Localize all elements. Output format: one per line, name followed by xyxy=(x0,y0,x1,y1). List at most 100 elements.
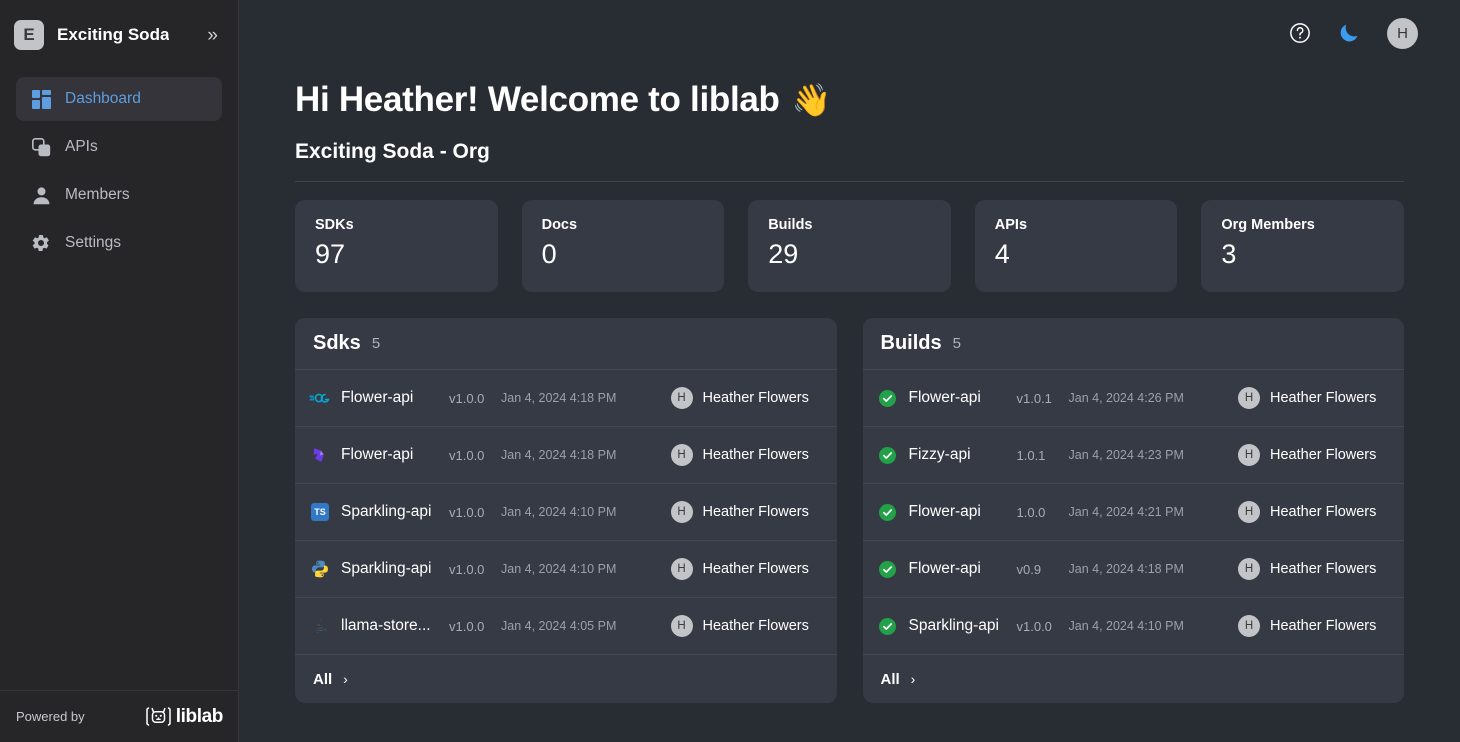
builds-panel: Builds 5 Flower-api v1.0.1 Jan 4, 2024 4… xyxy=(863,318,1405,703)
stat-card-docs[interactable]: Docs 0 xyxy=(522,200,725,292)
person-icon xyxy=(30,184,52,206)
avatar: H xyxy=(671,444,693,466)
main-area: H Hi Heather! Welcome to liblab 👋 Exciti… xyxy=(239,0,1460,742)
author-name: Heather Flowers xyxy=(1270,618,1390,634)
sidebar-item-dashboard[interactable]: Dashboard xyxy=(16,77,222,121)
stat-card-sdks[interactable]: SDKs 97 xyxy=(295,200,498,292)
sidebar: E Exciting Soda » Dashboard xyxy=(0,0,239,742)
build-version: v0.9 xyxy=(1017,562,1069,577)
build-name: Fizzy-api xyxy=(909,446,1013,464)
stat-card-org-members[interactable]: Org Members 3 xyxy=(1201,200,1404,292)
author-name: Heather Flowers xyxy=(1270,504,1390,520)
sdk-date: Jan 4, 2024 4:10 PM xyxy=(501,505,636,519)
greeting-text: Hi Heather! Welcome to liblab xyxy=(295,80,780,120)
sdk-date: Jan 4, 2024 4:05 PM xyxy=(501,619,636,633)
success-check-icon xyxy=(877,444,899,466)
sdks-panel: Sdks 5 Flower-api v1.0.0 xyxy=(295,318,837,703)
stat-label: Builds xyxy=(768,217,931,233)
avatar: H xyxy=(671,615,693,637)
avatar: H xyxy=(1238,501,1260,523)
table-row[interactable]: Flower-api v0.9 Jan 4, 2024 4:18 PM H He… xyxy=(863,541,1405,598)
sidebar-item-members[interactable]: Members xyxy=(16,173,222,217)
sdk-date: Jan 4, 2024 4:10 PM xyxy=(501,562,636,576)
stat-label: Docs xyxy=(542,217,705,233)
go-lang-icon xyxy=(309,387,331,409)
sidebar-item-apis[interactable]: APIs xyxy=(16,125,222,169)
success-check-icon xyxy=(877,501,899,523)
panel-title: Sdks xyxy=(313,332,361,355)
table-row[interactable]: Flower-api v1.0.0 Jan 4, 2024 4:18 PM H … xyxy=(295,370,837,427)
sdk-author: H Heather Flowers xyxy=(671,444,823,466)
build-author: H Heather Flowers xyxy=(1238,558,1390,580)
table-row[interactable]: llama-store... v1.0.0 Jan 4, 2024 4:05 P… xyxy=(295,598,837,655)
stat-card-builds[interactable]: Builds 29 xyxy=(748,200,951,292)
avatar[interactable]: H xyxy=(1387,18,1418,49)
author-name: Heather Flowers xyxy=(703,447,823,463)
author-name: Heather Flowers xyxy=(703,390,823,406)
chevron-right-icon: › xyxy=(343,671,348,687)
author-name: Heather Flowers xyxy=(703,504,823,520)
sdk-version: v1.0.0 xyxy=(449,448,501,463)
sidebar-nav: Dashboard APIs Members xyxy=(0,77,238,269)
build-author: H Heather Flowers xyxy=(1238,444,1390,466)
moon-icon[interactable] xyxy=(1337,21,1361,45)
sdk-date: Jan 4, 2024 4:18 PM xyxy=(501,448,636,462)
builds-panel-header: Builds 5 xyxy=(863,318,1405,370)
stat-card-apis[interactable]: APIs 4 xyxy=(975,200,1178,292)
stat-value: 4 xyxy=(995,239,1158,270)
table-row[interactable]: Fizzy-api 1.0.1 Jan 4, 2024 4:23 PM H He… xyxy=(863,427,1405,484)
chevron-right-icon: › xyxy=(911,671,916,687)
llama-mark-icon xyxy=(146,706,171,727)
sidebar-header: E Exciting Soda » xyxy=(0,0,238,56)
stat-value: 3 xyxy=(1221,239,1384,270)
build-date: Jan 4, 2024 4:10 PM xyxy=(1069,619,1204,633)
typescript-lang-icon: TS xyxy=(309,501,331,523)
author-name: Heather Flowers xyxy=(1270,390,1390,406)
build-version: v1.0.1 xyxy=(1017,391,1069,406)
build-version: 1.0.1 xyxy=(1017,448,1069,463)
build-name: Flower-api xyxy=(909,560,1013,578)
table-row[interactable]: Flower-api v1.0.0 Jan 4, 2024 4:18 PM H … xyxy=(295,427,837,484)
sdk-author: H Heather Flowers xyxy=(671,558,823,580)
gear-icon xyxy=(30,232,52,254)
java-lang-icon xyxy=(309,615,331,637)
all-label: All xyxy=(881,671,900,688)
author-name: Heather Flowers xyxy=(703,618,823,634)
all-label: All xyxy=(313,671,332,688)
builds-all-link[interactable]: All › xyxy=(863,655,1405,703)
table-row[interactable]: Sparkling-api v1.0.0 Jan 4, 2024 4:10 PM… xyxy=(863,598,1405,655)
table-row[interactable]: Sparkling-api v1.0.0 Jan 4, 2024 4:10 PM… xyxy=(295,541,837,598)
build-author: H Heather Flowers xyxy=(1238,501,1390,523)
sdk-version: v1.0.0 xyxy=(449,619,501,634)
avatar: H xyxy=(671,387,693,409)
topbar: H xyxy=(239,0,1460,66)
liblab-logo: liblab xyxy=(146,706,223,728)
collapse-sidebar-icon[interactable]: » xyxy=(203,24,222,47)
sdk-author: H Heather Flowers xyxy=(671,387,823,409)
python-lang-icon xyxy=(309,558,331,580)
stats-row: SDKs 97 Docs 0 Builds 29 APIs 4 Org Memb… xyxy=(295,200,1404,292)
sdk-version: v1.0.0 xyxy=(449,505,501,520)
panels-row: Sdks 5 Flower-api v1.0.0 xyxy=(295,318,1404,703)
table-row[interactable]: Flower-api v1.0.1 Jan 4, 2024 4:26 PM H … xyxy=(863,370,1405,427)
sdk-author: H Heather Flowers xyxy=(671,501,823,523)
build-author: H Heather Flowers xyxy=(1238,387,1390,409)
author-name: Heather Flowers xyxy=(703,561,823,577)
app-root: E Exciting Soda » Dashboard xyxy=(0,0,1460,742)
org-badge: E xyxy=(14,20,44,50)
success-check-icon xyxy=(877,387,899,409)
org-name: Exciting Soda xyxy=(57,25,169,45)
sdks-panel-header: Sdks 5 xyxy=(295,318,837,370)
avatar: H xyxy=(1238,387,1260,409)
sdk-name: Sparkling-api xyxy=(341,560,445,578)
avatar: H xyxy=(671,501,693,523)
help-circle-icon[interactable] xyxy=(1289,22,1311,44)
sdks-all-link[interactable]: All › xyxy=(295,655,837,703)
success-check-icon xyxy=(877,558,899,580)
sidebar-item-settings[interactable]: Settings xyxy=(16,221,222,265)
sdk-name: Flower-api xyxy=(341,446,445,464)
table-row[interactable]: TS Sparkling-api v1.0.0 Jan 4, 2024 4:10… xyxy=(295,484,837,541)
sdk-name: Sparkling-api xyxy=(341,503,445,521)
build-name: Flower-api xyxy=(909,389,1013,407)
table-row[interactable]: Flower-api 1.0.0 Jan 4, 2024 4:21 PM H H… xyxy=(863,484,1405,541)
